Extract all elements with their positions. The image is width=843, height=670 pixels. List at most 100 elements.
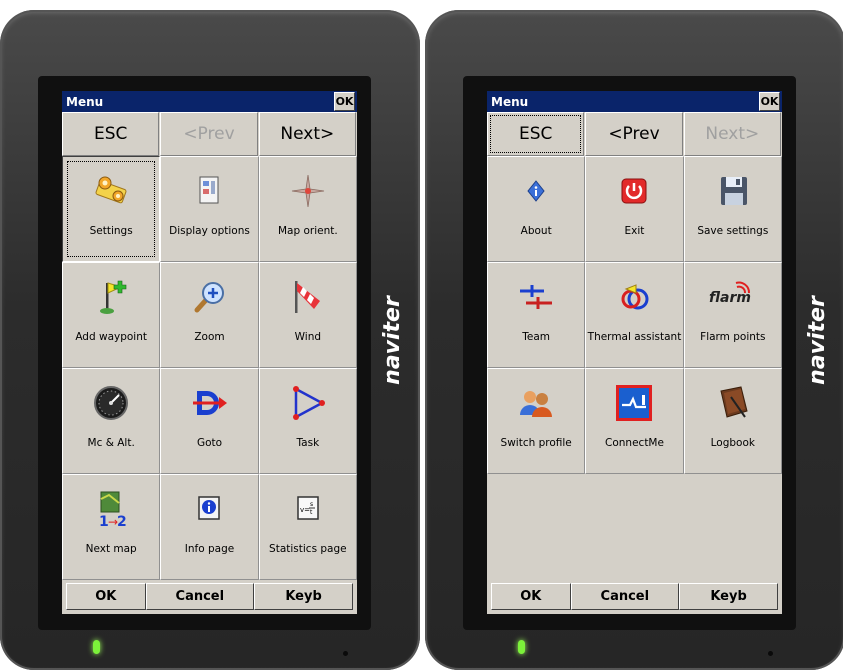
menu-item-next-map[interactable]: 1 → 2 Next map [62,474,161,580]
menu-item-display-options[interactable]: Display options [160,156,259,262]
prev-button[interactable]: <Prev [585,112,683,156]
menu-item-add-waypoint[interactable]: Add waypoint [62,262,161,368]
menu-item-map-orient[interactable]: Map orient. [258,156,357,262]
left-device: naviter Menu OK ESC <Prev Next> Settings [0,10,420,670]
svg-text:s: s [310,501,313,508]
keyboard-button[interactable]: Keyb [679,583,778,610]
bottom-bar: OK Cancel Keyb [62,581,357,614]
menu-item-label: Exit [624,225,645,237]
svg-text:v=: v= [300,506,310,514]
menu-item-wind[interactable]: Wind [258,262,357,368]
cancel-button[interactable]: Cancel [570,583,680,610]
cancel-button[interactable]: Cancel [145,583,255,610]
menu-item-goto[interactable]: Goto [160,368,259,474]
menu-item-team[interactable]: Team [487,262,586,368]
menu-item-exit[interactable]: Exit [585,156,684,262]
add-waypoint-icon [91,277,131,317]
ok-button[interactable]: OK [491,583,571,610]
team-icon [516,277,556,317]
prev-button[interactable]: <Prev [160,112,258,156]
menu-item-label: Save settings [697,225,769,237]
menu-item-label: Wind [294,331,322,343]
menu-item-label: Next map [85,543,137,555]
flarm-icon: flarm [703,277,763,317]
menu-item-flarm-points[interactable]: flarm Flarm points [683,262,782,368]
brand-logo: naviter [379,295,405,385]
brand-logo: naviter [804,295,830,385]
title-bar: Menu OK [487,91,782,112]
menu-item-label: ConnectMe [605,437,664,449]
power-led [93,640,100,654]
right-device: naviter Menu OK ESC <Prev Next> About Ex… [425,10,843,670]
next-map-icon: 1 → 2 [91,489,131,529]
nav-row: ESC <Prev Next> [487,112,782,156]
menu-item-label: Switch profile [500,437,572,449]
menu-item-statistics-page[interactable]: v= s t Statistics page [258,474,357,580]
menu-item-label: Info page [184,543,235,555]
menu-item-thermal-assistant[interactable]: Thermal assistant [585,262,684,368]
sensor-dot [768,651,773,656]
ok-button[interactable]: OK [66,583,146,610]
next-button[interactable]: Next> [258,112,356,156]
nav-row: ESC <Prev Next> [62,112,357,156]
menu-item-label: Zoom [194,331,225,343]
menu-grid: Settings Display options Map orient. Add… [62,156,357,580]
info-page-icon [189,489,229,529]
window-title: Menu [491,94,529,109]
statistics-page-icon: v= s t [288,489,328,529]
menu-item-label: Settings [89,225,133,237]
menu-item-label: Task [296,437,320,449]
menu-item-task[interactable]: Task [258,368,357,474]
wind-sock-icon [288,277,328,317]
menu-item-info-page[interactable]: Info page [160,474,259,580]
menu-item-switch-profile[interactable]: Switch profile [487,368,586,474]
menu-item-about[interactable]: About [487,156,586,262]
settings-icon [91,171,131,211]
menu-item-connectme[interactable]: ConnectMe [585,368,684,474]
esc-button[interactable]: ESC [487,112,585,156]
title-ok-button[interactable]: OK [759,92,780,111]
zoom-icon [189,277,229,317]
menu-item-label: Statistics page [269,543,347,555]
display-options-icon [189,171,229,211]
right-screen: Menu OK ESC <Prev Next> About Exit Save … [487,91,782,614]
left-screen: Menu OK ESC <Prev Next> Settings Display… [62,91,357,614]
bottom-bar: OK Cancel Keyb [487,581,782,614]
switch-profile-icon [516,383,556,423]
menu-item-label: Goto [196,437,223,449]
menu-item-label: Flarm points [700,331,766,343]
menu-item-zoom[interactable]: Zoom [160,262,259,368]
floppy-disk-icon [713,171,753,211]
menu-item-label: Map orient. [277,225,338,237]
title-ok-button[interactable]: OK [334,92,355,111]
power-led [518,640,525,654]
menu-item-label: Thermal assistant [587,331,682,343]
menu-item-label: Mc & Alt. [87,437,135,449]
logbook-icon [713,383,753,423]
esc-button[interactable]: ESC [62,112,160,156]
menu-item-logbook[interactable]: Logbook [683,368,782,474]
menu-item-mc-alt[interactable]: Mc & Alt. [62,368,161,474]
sensor-dot [343,651,348,656]
menu-item-settings[interactable]: Settings [62,156,161,262]
menu-item-label: About [520,225,552,237]
title-bar: Menu OK [62,91,357,112]
menu-item-save-settings[interactable]: Save settings [683,156,782,262]
keyboard-button[interactable]: Keyb [254,583,353,610]
map-orientation-icon [288,171,328,211]
next-button[interactable]: Next> [683,112,781,156]
goto-icon [189,383,229,423]
connectme-icon [614,383,654,423]
thermal-assistant-icon [614,277,654,317]
menu-item-label: Add waypoint [75,331,147,343]
about-icon [516,171,556,211]
menu-item-label: Team [522,331,551,343]
altimeter-icon [91,383,131,423]
menu-item-label: Display options [169,225,250,237]
menu-grid: About Exit Save settings Team Thermal as… [487,156,782,474]
power-icon [614,171,654,211]
menu-item-label: Logbook [710,437,755,449]
svg-text:2: 2 [117,514,127,529]
task-icon [288,383,328,423]
window-title: Menu [66,94,104,109]
